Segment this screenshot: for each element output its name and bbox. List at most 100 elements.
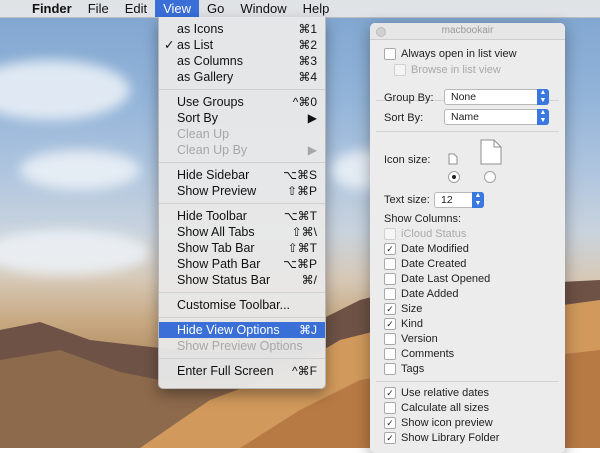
menu-item-show-path-bar[interactable]: Show Path Bar ⌥⌘P (159, 256, 325, 272)
checkbox[interactable]: ✓ (384, 243, 396, 256)
menu-separator (159, 89, 325, 90)
option-show-library-folder[interactable]: ✓ Show Library Folder (384, 431, 499, 445)
shortcut: ⌘/ (301, 273, 317, 287)
menu-view[interactable]: View (155, 0, 200, 17)
menu-help[interactable]: Help (295, 0, 338, 17)
column-date-modified[interactable]: ✓ Date Modified (384, 242, 469, 256)
menu-item-label: Show Preview (177, 184, 257, 198)
checkbox-label: Date Added (401, 288, 459, 300)
menu-item-use-groups[interactable]: Use Groups ^⌘0 (159, 94, 325, 110)
large-document-icon[interactable] (480, 139, 502, 165)
menu-item-label: Show Path Bar (177, 257, 261, 271)
column-tags[interactable]: Tags (384, 362, 424, 376)
menu-edit[interactable]: Edit (117, 0, 155, 17)
checkbox-label: Date Created (401, 258, 467, 270)
show-columns-label: Show Columns: (384, 213, 462, 225)
shortcut: ^⌘0 (292, 95, 317, 109)
close-button[interactable] (376, 27, 386, 37)
column-date-created[interactable]: Date Created (384, 257, 466, 271)
checkmark-icon: ✓ (164, 38, 175, 52)
checkbox[interactable]: ✓ (384, 303, 396, 316)
shortcut: ⇧⌘\ (291, 225, 317, 239)
shortcut: ⌥⌘S (283, 168, 317, 182)
checkbox[interactable] (384, 402, 396, 415)
menu-window[interactable]: Window (232, 0, 294, 17)
small-document-icon[interactable] (448, 153, 458, 165)
menu-item-label: Enter Full Screen (177, 364, 274, 378)
shortcut: ⌘J (299, 323, 317, 337)
column-kind[interactable]: ✓ Kind (384, 317, 423, 331)
checkbox[interactable] (384, 288, 396, 301)
menu-item-customise-toolbar[interactable]: Customise Toolbar... (159, 297, 325, 313)
menu-item-hide-sidebar[interactable]: Hide Sidebar ⌥⌘S (159, 167, 325, 183)
checkbox[interactable]: ✓ (384, 318, 396, 331)
menu-item-clean-up-by: Clean Up By ▶ (159, 142, 325, 158)
option-show-icon-preview[interactable]: ✓ Show icon preview (384, 416, 493, 430)
menu-item-label: Show Tab Bar (177, 241, 255, 255)
menu-item-label: Hide Sidebar (177, 168, 250, 182)
checkbox-label: iCloud Status (401, 228, 467, 240)
checkbox-label: Comments (401, 348, 455, 360)
menu-item-sort-by[interactable]: Sort By ▶ (159, 110, 325, 126)
column-comments[interactable]: Comments (384, 347, 454, 361)
menu-separator (159, 162, 325, 163)
menu-item-show-all-tabs[interactable]: Show All Tabs ⇧⌘\ (159, 224, 325, 240)
small-icon-radio[interactable] (448, 171, 460, 183)
shortcut: ⇧⌘P (286, 184, 317, 198)
apple-menu-icon[interactable] (0, 0, 24, 17)
sort-by-select[interactable]: Name ▲ ▼ (444, 109, 549, 125)
column-icloud-status: iCloud Status (384, 227, 466, 241)
divider (376, 131, 559, 132)
menu-file[interactable]: File (80, 0, 117, 17)
menu-item-as-icons[interactable]: as Icons ⌘1 (159, 21, 325, 37)
checkbox[interactable] (384, 273, 396, 286)
option-use-relative-dates[interactable]: ✓ Use relative dates (384, 386, 489, 400)
column-size[interactable]: ✓ Size (384, 302, 422, 316)
checkbox[interactable] (384, 48, 396, 61)
menu-item-as-columns[interactable]: as Columns ⌘3 (159, 53, 325, 69)
view-menu-dropdown: as Icons ⌘1 ✓ as List ⌘2 as Columns ⌘3 as Ga… (158, 17, 326, 389)
menu-item-hide-toolbar[interactable]: Hide Toolbar ⌥⌘T (159, 208, 325, 224)
menu-go[interactable]: Go (199, 0, 232, 17)
menu-item-label: as Icons (177, 22, 224, 36)
menu-finder[interactable]: Finder (24, 0, 80, 17)
menu-item-hide-view-options[interactable]: Hide View Options ⌘J (159, 322, 325, 338)
menu-item-as-list[interactable]: ✓ as List ⌘2 (159, 37, 325, 53)
menu-item-label: Hide Toolbar (177, 209, 247, 223)
checkbox[interactable] (384, 363, 396, 376)
checkbox[interactable]: ✓ (384, 387, 396, 400)
menu-separator (159, 203, 325, 204)
large-icon-radio[interactable] (484, 171, 496, 183)
column-version[interactable]: Version (384, 332, 438, 346)
text-size-select[interactable]: 12 ▲ ▼ (434, 192, 484, 208)
menu-item-show-preview[interactable]: Show Preview ⇧⌘P (159, 183, 325, 199)
checkbox-label: Version (401, 333, 438, 345)
menu-separator (159, 358, 325, 359)
column-date-last-opened[interactable]: Date Last Opened (384, 272, 490, 286)
divider (376, 381, 559, 382)
submenu-arrow-icon: ▶ (307, 111, 317, 125)
menu-separator (159, 292, 325, 293)
select-value: None (451, 91, 477, 103)
group-by-select[interactable]: None ▲ ▼ (444, 89, 549, 105)
menu-item-label: Clean Up By (177, 143, 248, 157)
menu-item-enter-full-screen[interactable]: Enter Full Screen ^⌘F (159, 363, 325, 379)
always-open-list-checkbox[interactable]: Always open in list view (384, 47, 517, 61)
chevron-updown-icon: ▲ ▼ (537, 109, 549, 125)
checkbox[interactable]: ✓ (384, 432, 396, 445)
chevron-updown-icon: ▲ ▼ (537, 89, 549, 105)
checkbox[interactable] (384, 258, 396, 271)
checkbox[interactable]: ✓ (384, 417, 396, 430)
menu-item-show-tab-bar[interactable]: Show Tab Bar ⇧⌘T (159, 240, 325, 256)
menu-item-show-status-bar[interactable]: Show Status Bar ⌘/ (159, 272, 325, 288)
shortcut: ⌘4 (298, 70, 317, 84)
option-calculate-all-sizes[interactable]: Calculate all sizes (384, 401, 489, 415)
column-date-added[interactable]: Date Added (384, 287, 459, 301)
menu-item-as-gallery[interactable]: as Gallery ⌘4 (159, 69, 325, 85)
checkbox-label: Always open in list view (401, 48, 517, 60)
checkbox[interactable] (384, 333, 396, 346)
text-size-label: Text size: (384, 194, 430, 206)
checkbox[interactable] (384, 348, 396, 361)
shortcut: ⌘1 (298, 22, 317, 36)
view-options-panel: macbookair Always open in list view Brow… (370, 23, 565, 453)
